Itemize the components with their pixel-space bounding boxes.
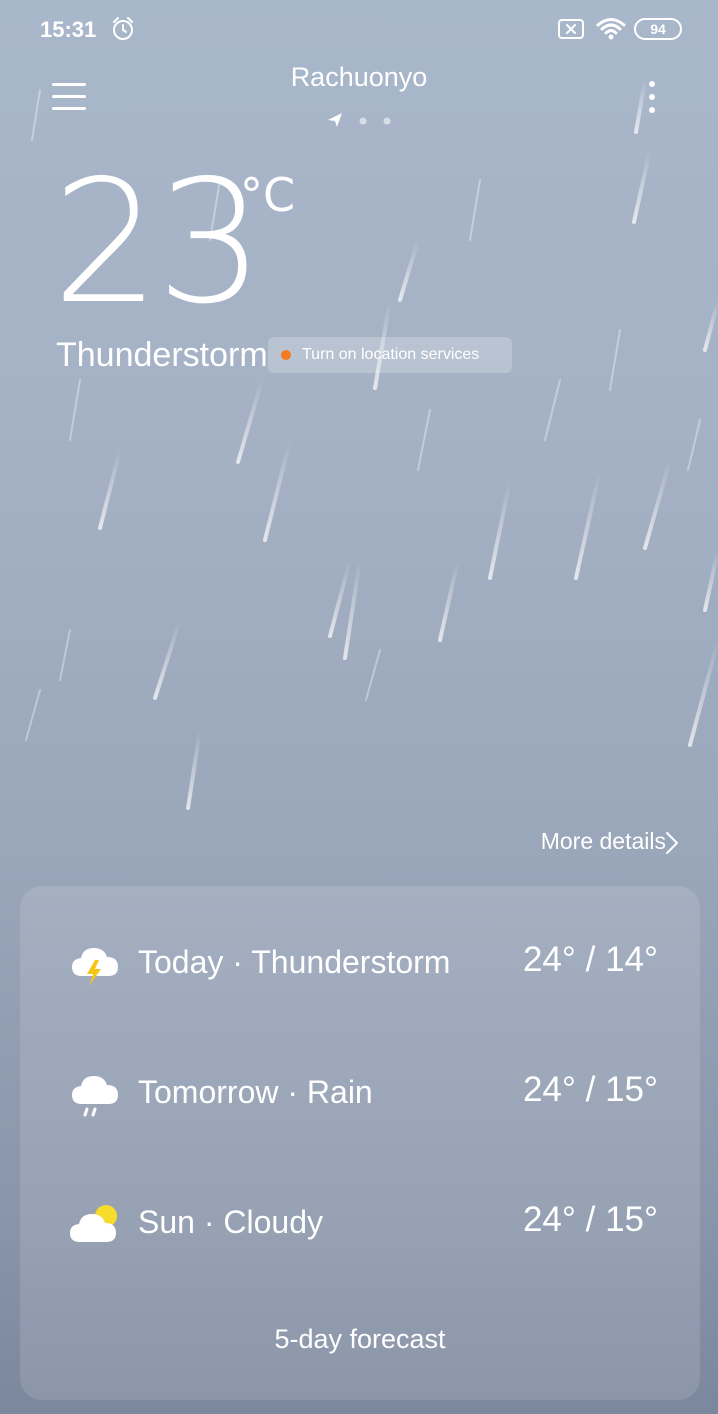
city-name[interactable]: Rachuonyo xyxy=(0,62,718,93)
forecast-day-label: Today · Thunderstorm xyxy=(138,944,451,980)
temperature-unit: °C xyxy=(240,168,296,222)
battery-indicator: 94 xyxy=(634,18,682,40)
forecast-temps: 24° / 15° xyxy=(522,1200,658,1239)
forecast-row[interactable]: Sun · Cloudy 24° / 15° xyxy=(20,1184,700,1264)
page-dot xyxy=(359,117,367,125)
no-sim-icon xyxy=(558,19,584,39)
partly-cloudy-icon xyxy=(70,1205,117,1242)
forecast-day-label: Tomorrow · Rain xyxy=(138,1074,373,1110)
more-vertical-icon[interactable] xyxy=(640,78,664,116)
location-arrow-icon xyxy=(328,113,342,127)
forecast-row[interactable]: Today · Thunderstorm 24° / 14° xyxy=(20,924,700,1004)
thunderstorm-icon xyxy=(72,948,118,986)
rain-icon xyxy=(72,1076,118,1117)
chevron-right-icon[interactable] xyxy=(664,830,680,856)
forecast-row[interactable]: Tomorrow · Rain 24° / 15° xyxy=(20,1054,700,1134)
alert-dot xyxy=(281,350,291,360)
forecast-temps: 24° / 15° xyxy=(522,1070,658,1109)
status-bar: 15:31 94 xyxy=(0,0,718,60)
location-services-notice[interactable]: Turn on location services xyxy=(268,337,512,373)
forecast-card: Today · Thunderstorm 24° / 14° Tomorrow … xyxy=(20,886,700,1400)
forecast-temps: 24° / 14° xyxy=(522,940,658,979)
current-condition: Thunderstorm xyxy=(56,336,268,374)
wifi-icon xyxy=(596,18,626,40)
alarm-icon xyxy=(113,17,133,40)
five-day-forecast-button[interactable]: 5-day forecast xyxy=(20,1324,700,1355)
clock: 15:31 xyxy=(40,17,97,42)
forecast-day-label: Sun · Cloudy xyxy=(138,1204,323,1240)
more-details-link[interactable]: More details xyxy=(541,828,666,855)
page-dot xyxy=(383,117,391,125)
current-temperature: 23 xyxy=(52,144,264,342)
page-indicator xyxy=(328,113,391,127)
location-notice-text: Turn on location services xyxy=(302,346,480,363)
